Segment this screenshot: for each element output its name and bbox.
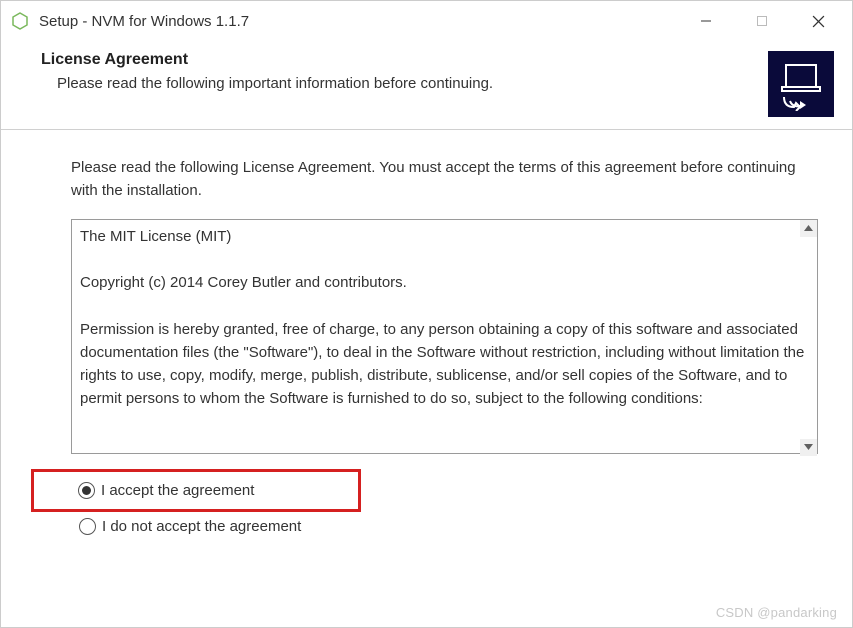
content-area: Please read the following License Agreem… bbox=[1, 130, 852, 627]
reject-radio-label: I do not accept the agreement bbox=[102, 518, 301, 535]
license-textarea[interactable] bbox=[71, 219, 818, 454]
maximize-button bbox=[734, 4, 790, 38]
titlebar: Setup - NVM for Windows 1.1.7 bbox=[1, 1, 852, 41]
accept-radio-row[interactable]: I accept the agreement bbox=[31, 469, 361, 512]
close-button[interactable] bbox=[790, 4, 846, 38]
radio-section: I accept the agreement I do not accept t… bbox=[71, 469, 818, 541]
page-subtitle: Please read the following important info… bbox=[57, 75, 750, 92]
setup-icon bbox=[768, 51, 834, 117]
window-controls bbox=[678, 4, 846, 38]
radio-icon bbox=[79, 518, 96, 535]
accept-radio-label: I accept the agreement bbox=[101, 482, 254, 499]
minimize-button[interactable] bbox=[678, 4, 734, 38]
installer-window: Setup - NVM for Windows 1.1.7 License Ag… bbox=[0, 0, 853, 628]
header-text: License Agreement Please read the follow… bbox=[41, 51, 750, 92]
window-title: Setup - NVM for Windows 1.1.7 bbox=[39, 13, 678, 30]
header-section: License Agreement Please read the follow… bbox=[1, 41, 852, 130]
reject-radio-row[interactable]: I do not accept the agreement bbox=[71, 512, 818, 541]
page-title: License Agreement bbox=[41, 51, 750, 69]
app-icon bbox=[11, 12, 29, 30]
instruction-text: Please read the following License Agreem… bbox=[71, 156, 818, 203]
radio-icon bbox=[78, 482, 95, 499]
license-box-wrap bbox=[71, 219, 818, 457]
